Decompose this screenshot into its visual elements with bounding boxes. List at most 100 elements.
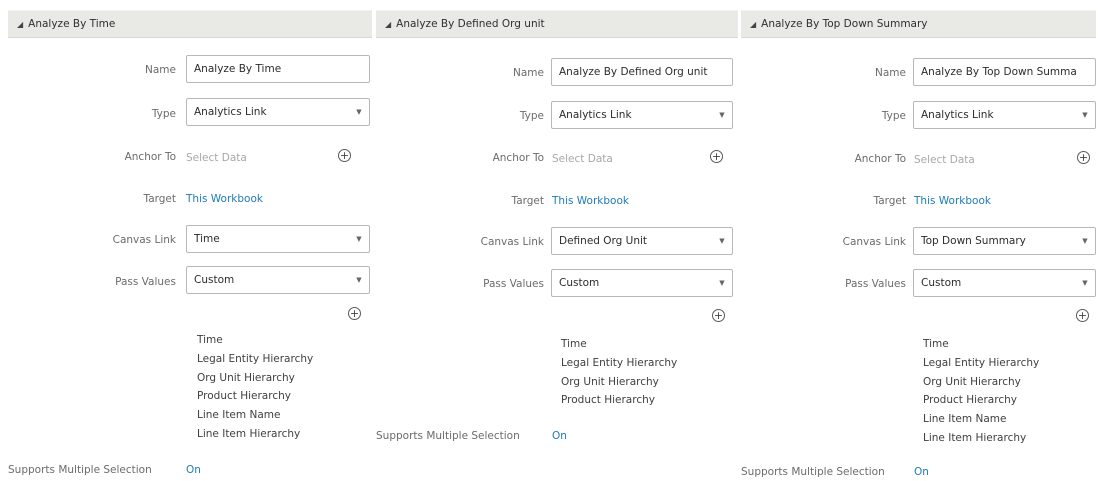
collapse-caret-icon[interactable]: ◢ xyxy=(385,20,391,29)
list-item: Org Unit Hierarchy xyxy=(197,371,295,384)
pass-values-label: Pass Values xyxy=(845,278,906,290)
name-input[interactable] xyxy=(921,66,1095,78)
pass-values-label: Pass Values xyxy=(483,278,544,290)
anchor-to-label: Anchor To xyxy=(492,152,544,164)
panel-title: Analyze By Time xyxy=(28,18,116,30)
panel-header[interactable]: ◢ Analyze By Defined Org unit xyxy=(376,10,738,38)
list-item: Time xyxy=(923,338,949,350)
add-pass-value-icon[interactable]: + xyxy=(712,309,725,322)
chevron-down-icon: ▼ xyxy=(1082,111,1088,119)
type-select-value: Analytics Link xyxy=(559,109,632,121)
property-panel-analyze-by-top-down-summary: ◢ Analyze By Top Down Summary Name Type … xyxy=(738,0,1098,481)
canvas-link-value: Defined Org Unit xyxy=(559,235,648,247)
type-select[interactable]: Analytics Link ▼ xyxy=(186,98,370,126)
collapse-caret-icon[interactable]: ◢ xyxy=(750,20,756,29)
name-field[interactable] xyxy=(551,58,733,86)
chevron-down-icon: ▼ xyxy=(1082,279,1088,287)
panel-header[interactable]: ◢ Analyze By Top Down Summary xyxy=(741,10,1096,38)
name-field[interactable] xyxy=(186,55,370,83)
pass-values-select[interactable]: Custom ▼ xyxy=(551,269,733,297)
target-link[interactable]: This Workbook xyxy=(186,192,263,206)
property-panel-analyze-by-time: ◢ Analyze By Time Name Type Analytics Li… xyxy=(0,0,372,481)
list-item: Time xyxy=(561,338,587,350)
target-label: Target xyxy=(873,195,906,207)
chevron-down-icon: ▼ xyxy=(356,108,362,116)
target-label: Target xyxy=(143,193,176,205)
name-input[interactable] xyxy=(559,66,732,78)
panel-title: Analyze By Top Down Summary xyxy=(761,18,928,30)
type-label: Type xyxy=(881,110,906,122)
chevron-down-icon: ▼ xyxy=(1082,237,1088,245)
chevron-down-icon: ▼ xyxy=(356,235,362,243)
name-input[interactable] xyxy=(194,63,369,75)
list-item: Legal Entity Hierarchy xyxy=(197,352,314,365)
canvas-link-label: Canvas Link xyxy=(112,234,176,246)
anchor-to-label: Anchor To xyxy=(124,151,176,163)
type-select-value: Analytics Link xyxy=(194,106,267,118)
name-label: Name xyxy=(513,67,544,79)
target-label: Target xyxy=(511,195,544,207)
name-label: Name xyxy=(875,67,906,79)
anchor-to-select[interactable]: Select Data xyxy=(186,151,247,165)
type-select[interactable]: Analytics Link ▼ xyxy=(913,101,1096,129)
list-item: Product Hierarchy xyxy=(561,394,655,407)
add-pass-value-icon[interactable]: + xyxy=(1076,309,1089,322)
panel-header[interactable]: ◢ Analyze By Time xyxy=(8,10,372,38)
collapse-caret-icon[interactable]: ◢ xyxy=(17,20,23,29)
canvas-link-label: Canvas Link xyxy=(842,236,906,248)
chevron-down-icon: ▼ xyxy=(356,276,362,284)
chevron-down-icon: ▼ xyxy=(719,111,725,119)
pass-values-value: Custom xyxy=(559,277,600,289)
name-label: Name xyxy=(145,64,176,76)
target-link[interactable]: This Workbook xyxy=(552,194,629,208)
list-item: Legal Entity Hierarchy xyxy=(923,356,1040,369)
pass-values-value: Custom xyxy=(194,274,235,286)
pass-values-value: Custom xyxy=(921,277,962,289)
list-item: Product Hierarchy xyxy=(197,390,291,403)
list-item: Org Unit Hierarchy xyxy=(923,375,1021,388)
list-item: Org Unit Hierarchy xyxy=(561,375,659,388)
pass-values-select[interactable]: Custom ▼ xyxy=(913,269,1096,297)
anchor-to-label: Anchor To xyxy=(854,153,906,165)
multiple-selection-toggle[interactable]: On xyxy=(552,429,567,443)
canvas-link-value: Top Down Summary xyxy=(921,235,1026,247)
multiple-selection-label: Supports Multiple Selection xyxy=(8,464,152,476)
target-link[interactable]: This Workbook xyxy=(914,194,991,208)
canvas-link-value: Time xyxy=(194,233,220,245)
panel-title: Analyze By Defined Org unit xyxy=(396,18,545,30)
type-label: Type xyxy=(519,110,544,122)
pass-values-select[interactable]: Custom ▼ xyxy=(186,266,370,294)
multiple-selection-label: Supports Multiple Selection xyxy=(376,430,520,442)
type-select-value: Analytics Link xyxy=(921,109,994,121)
canvas-link-label: Canvas Link xyxy=(480,236,544,248)
pass-values-list: Time Legal Entity Hierarchy Org Unit Hie… xyxy=(923,335,1039,448)
multiple-selection-toggle[interactable]: On xyxy=(914,465,929,479)
list-item: Legal Entity Hierarchy xyxy=(561,356,678,369)
type-label: Type xyxy=(151,108,176,120)
chevron-down-icon: ▼ xyxy=(719,279,725,287)
pass-values-label: Pass Values xyxy=(115,276,176,288)
type-select[interactable]: Analytics Link ▼ xyxy=(551,101,733,129)
list-item: Line Item Hierarchy xyxy=(197,427,301,440)
anchor-to-select[interactable]: Select Data xyxy=(552,152,613,166)
add-pass-value-icon[interactable]: + xyxy=(348,307,361,320)
list-item: Product Hierarchy xyxy=(923,394,1017,407)
multiple-selection-toggle[interactable]: On xyxy=(186,463,201,477)
add-anchor-icon[interactable]: + xyxy=(338,149,351,162)
chevron-down-icon: ▼ xyxy=(719,237,725,245)
canvas-link-select[interactable]: Defined Org Unit ▼ xyxy=(551,227,733,255)
canvas-link-select[interactable]: Time ▼ xyxy=(186,225,370,253)
list-item: Time xyxy=(197,334,223,346)
list-item: Line Item Name xyxy=(923,413,1007,426)
list-item: Line Item Name xyxy=(197,409,281,422)
property-panel-analyze-by-defined-org-unit: ◢ Analyze By Defined Org unit Name Type … xyxy=(372,0,738,481)
canvas-link-select[interactable]: Top Down Summary ▼ xyxy=(913,227,1096,255)
pass-values-list: Time Legal Entity Hierarchy Org Unit Hie… xyxy=(197,331,313,444)
pass-values-list: Time Legal Entity Hierarchy Org Unit Hie… xyxy=(561,335,677,410)
add-anchor-icon[interactable]: + xyxy=(710,150,723,163)
anchor-to-select[interactable]: Select Data xyxy=(914,153,975,167)
multiple-selection-label: Supports Multiple Selection xyxy=(741,466,885,478)
list-item: Line Item Hierarchy xyxy=(923,431,1027,444)
name-field[interactable] xyxy=(913,58,1096,86)
add-anchor-icon[interactable]: + xyxy=(1077,151,1090,164)
